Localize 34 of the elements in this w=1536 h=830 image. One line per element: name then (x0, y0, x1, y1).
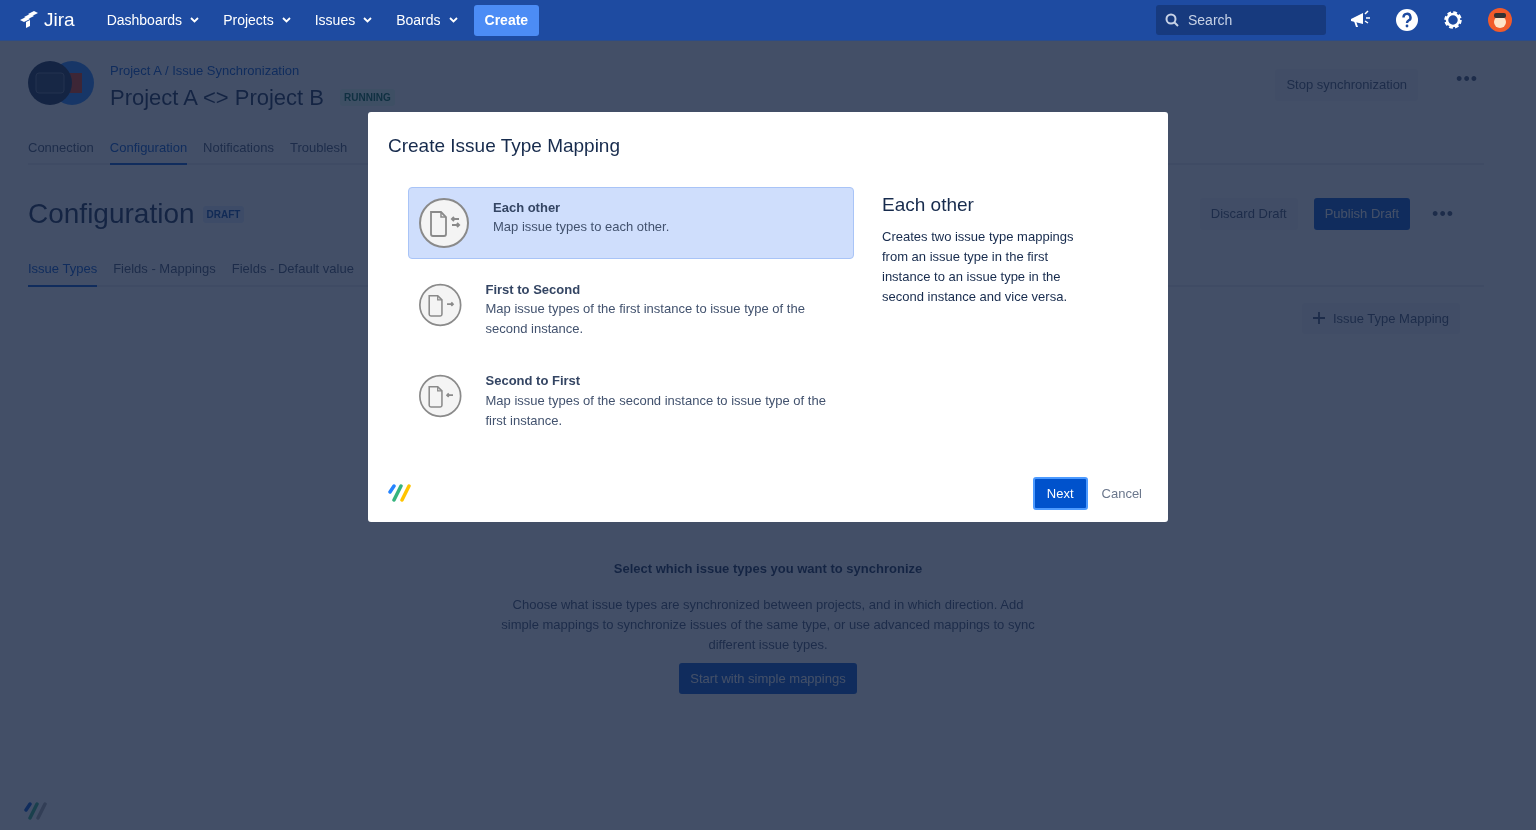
user-avatar-icon[interactable] (1488, 8, 1512, 32)
search-field[interactable]: Search (1156, 5, 1326, 35)
jira-logo-icon (20, 11, 40, 29)
option-description: Map issue types to each other. (493, 218, 670, 236)
chevron-down-icon (281, 17, 291, 23)
more-actions-button[interactable]: ••• (1450, 69, 1484, 89)
nav-menu[interactable]: Dashboards (98, 9, 208, 31)
nav-menu[interactable]: Issues (306, 9, 381, 31)
nav-menu[interactable]: Boards (388, 9, 466, 31)
dialog-title: Create Issue Type Mapping (388, 134, 621, 158)
option-title: Second to First (485, 372, 582, 390)
help-icon[interactable] (1396, 9, 1418, 31)
option-title: Each other (493, 198, 562, 217)
next-button[interactable]: Next (1032, 476, 1088, 510)
megaphone-icon[interactable] (1350, 10, 1372, 30)
mapping-option[interactable]: Second to First Map issue types of the second instance to issue type of the first instance. (408, 360, 854, 442)
settings-icon[interactable] (1442, 9, 1464, 31)
jira-logo-text: Jira (44, 7, 75, 32)
app-logo-icon (388, 484, 412, 503)
chevron-down-icon (190, 17, 200, 23)
chevron-down-icon (448, 17, 458, 23)
more-actions-button[interactable]: ••• (1426, 204, 1460, 224)
document-arrows-icon (419, 197, 469, 248)
cancel-button[interactable]: Cancel (1095, 482, 1148, 504)
mapping-option[interactable]: Each other Map issue types to each other. (408, 186, 854, 259)
mapping-option[interactable]: First to Second Map issue types of the first instance to issue type of the second instance. (408, 268, 854, 350)
option-title: First to Second (485, 280, 582, 299)
nav-menu[interactable]: Projects (215, 9, 299, 31)
detail-text: Creates two issue type mappings from an issue type in the first instance to an issue type in the second instance and vice versa. (882, 228, 1075, 306)
option-description: Map issue types of the second instance to issue type of the first instance. (485, 391, 827, 430)
option-description: Map issue types of the first instance to issue type of the second instance. (485, 300, 806, 338)
chevron-down-icon (363, 17, 373, 23)
create-button[interactable]: Create (473, 4, 540, 36)
detail-title: Each other (882, 192, 975, 217)
